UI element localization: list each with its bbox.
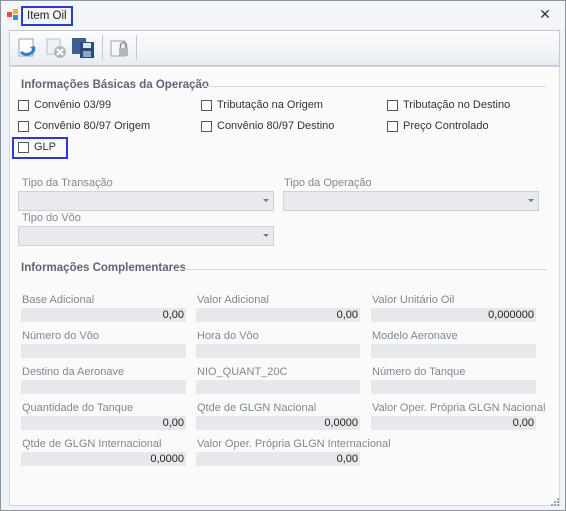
toolbar-separator (136, 35, 137, 60)
valor-oper-internacional-label: Valor Oper. Própria GLGN Internacional (197, 438, 391, 450)
modelo-aeronave-field[interactable] (371, 344, 536, 358)
checkbox-box[interactable] (18, 120, 29, 132)
section-divider (201, 86, 547, 87)
checkbox-label: Convênio 80/97 Destino (217, 120, 335, 132)
title-bar: Item Oil ✕ (1, 1, 565, 29)
basic-section-title: Informações Básicas da Operação (21, 79, 209, 91)
qtde-glgn-nacional-field[interactable]: 0,0000 (196, 416, 360, 430)
qtde-glgn-nacional-label: Qtde de GLGN Nacional (197, 402, 317, 414)
quantidade-tanque-label: Quantidade do Tanque (22, 402, 134, 414)
chevron-down-icon (263, 234, 269, 237)
nio-quant-field[interactable] (196, 380, 360, 394)
checkbox-box[interactable] (387, 99, 398, 111)
qtde-glgn-internacional-field[interactable]: 0,0000 (21, 452, 186, 466)
base-adicional-field[interactable]: 0,00 (21, 308, 186, 322)
numero-tanque-label: Número do Tanque (372, 366, 466, 378)
undo-button[interactable] (14, 34, 40, 61)
quantidade-tanque-field[interactable]: 0,00 (21, 416, 186, 430)
complement-section-title: Informações Complementares (21, 262, 186, 274)
valor-oper-nacional-field[interactable]: 0,00 (371, 416, 536, 430)
toolbar-separator (102, 35, 103, 60)
checkbox-glp[interactable]: GLP (18, 141, 56, 153)
valor-unitario-oil-label: Valor Unitário Oil (372, 294, 455, 306)
tipo-operacao-select[interactable] (283, 191, 539, 211)
valor-oper-internacional-field[interactable]: 0,00 (196, 452, 360, 466)
checkbox-box[interactable] (201, 120, 212, 132)
qtde-glgn-internacional-label: Qtde de GLGN Internacional (22, 438, 162, 450)
valor-adicional-field[interactable]: 0,00 (196, 308, 360, 322)
hora-voo-label: Hora do Vôo (197, 330, 259, 342)
cancel-button[interactable] (43, 34, 69, 61)
checkbox-convenio-80-97-origem[interactable]: Convênio 80/97 Origem (18, 120, 150, 132)
valor-unitario-oil-field[interactable]: 0,000000 (371, 308, 536, 322)
tipo-transacao-label: Tipo da Transação (22, 177, 113, 189)
checkbox-label: Convênio 80/97 Origem (34, 120, 151, 132)
base-adicional-label: Base Adicional (22, 294, 95, 306)
checkbox-tributacao-origem[interactable]: Tributação na Origem (201, 99, 323, 111)
destino-aeronave-field[interactable] (21, 380, 186, 394)
checkbox-convenio-80-97-destino[interactable]: Convênio 80/97 Destino (201, 120, 334, 132)
numero-voo-label: Número do Vôo (22, 330, 100, 342)
checkbox-box[interactable] (387, 120, 398, 132)
tipo-voo-select[interactable] (18, 226, 274, 246)
chevron-down-icon (263, 199, 269, 202)
chevron-down-icon (528, 199, 534, 202)
checkbox-tributacao-destino[interactable]: Tributação no Destino (387, 99, 510, 111)
checkbox-box[interactable] (18, 141, 29, 153)
save-button[interactable] (70, 34, 96, 61)
section-divider (175, 269, 547, 270)
hora-voo-field[interactable] (196, 344, 360, 358)
checkbox-label: Tributação na Origem (217, 99, 323, 111)
lock-icon (110, 40, 128, 56)
item-oil-window: Item Oil ✕ Informações Básicas da Operaç… (0, 0, 566, 511)
cancel-icon (46, 38, 66, 58)
checkbox-label: GLP (34, 141, 57, 153)
checkbox-preco-controlado[interactable]: Preço Controlado (387, 120, 489, 132)
numero-tanque-field[interactable] (371, 380, 536, 394)
modelo-aeronave-label: Modelo Aeronave (372, 330, 458, 342)
checkbox-convenio-03-99[interactable]: Convênio 03/99 (18, 99, 111, 111)
close-button[interactable]: ✕ (538, 7, 552, 21)
nio-quant-label: NIO_QUANT_20C (197, 366, 288, 378)
destino-aeronave-label: Destino da Aeronave (22, 366, 125, 378)
checkbox-label: Convênio 03/99 (34, 99, 112, 111)
valor-oper-nacional-label: Valor Oper. Própria GLGN Nacional (372, 402, 546, 414)
toolbar (9, 30, 560, 66)
checkbox-box[interactable] (18, 99, 29, 111)
window-title: Item Oil (21, 6, 73, 26)
checkbox-box[interactable] (201, 99, 212, 111)
undo-icon (18, 38, 36, 56)
checkbox-label: Tributação no Destino (403, 99, 511, 111)
tipo-operacao-label: Tipo da Operação (284, 177, 372, 189)
numero-voo-field[interactable] (21, 344, 186, 358)
checkbox-label: Preço Controlado (403, 120, 489, 132)
app-icon (7, 9, 18, 20)
tipo-voo-label: Tipo do Vôo (22, 212, 81, 224)
save-icon (72, 37, 94, 58)
valor-adicional-label: Valor Adicional (197, 294, 269, 306)
resize-grip-icon[interactable] (551, 498, 559, 506)
tipo-transacao-select[interactable] (18, 191, 274, 211)
lock-button[interactable] (107, 34, 133, 61)
